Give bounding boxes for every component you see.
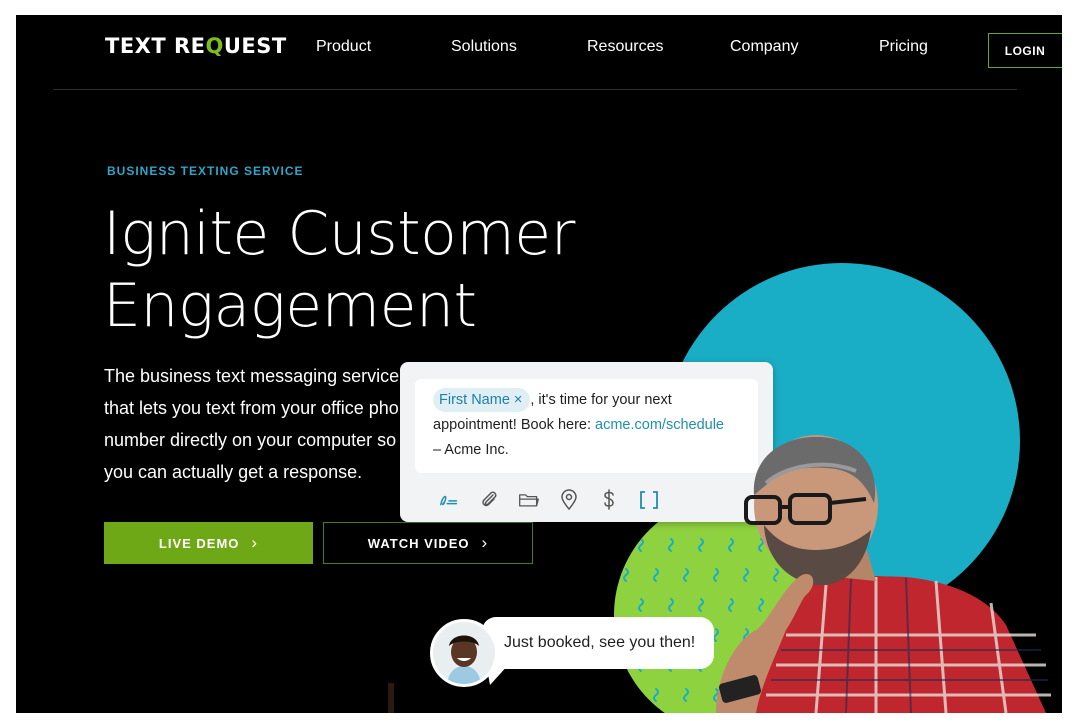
description-line-4: you can actually get a response. [104,462,363,482]
squiggle-mark [668,598,674,612]
description-line-1: The business text messaging service [104,366,400,386]
merge-tag-label: First Name [439,392,510,408]
nav-item-solutions[interactable]: Solutions [451,38,517,56]
nav-item-pricing[interactable]: Pricing [879,38,928,56]
schedule-link[interactable]: acme.com/schedule [595,417,724,433]
close-icon[interactable]: × [514,392,522,408]
watch-video-label: WATCH VIDEO [367,535,470,551]
folder-icon[interactable] [518,489,540,511]
page-frame: TEXT REQUEST Product Solutions Resources… [16,15,1062,713]
squiggle-mark [683,568,689,582]
text-request-logo[interactable]: TEXT REQUEST [105,34,287,58]
reply-message-bubble: Just booked, see you then! [482,617,714,669]
live-demo-button[interactable]: LIVE DEMO › [104,522,313,564]
live-demo-label: LIVE DEMO [158,535,240,551]
dollar-icon[interactable] [598,489,620,511]
headline-line-1: Ignite Customer [103,199,575,269]
squiggle-mark [683,688,689,702]
first-name-merge-tag[interactable]: First Name × [433,388,531,412]
nav-item-resources[interactable]: Resources [587,38,663,56]
squiggle-mark [623,568,629,582]
hero-eyebrow: BUSINESS TEXTING SERVICE [107,164,304,178]
chevron-right-icon: › [481,533,489,552]
dark-object-edge [388,683,394,713]
paperclip-icon[interactable] [478,489,500,511]
login-button[interactable]: LOGIN [988,33,1062,68]
squiggle-mark [653,568,659,582]
customer-avatar [430,619,498,687]
squiggle-mark [698,538,704,552]
squiggle-mark [668,538,674,552]
squiggle-mark [638,538,644,552]
reply-text: Just booked, see you then! [504,634,696,651]
squiggle-mark [653,688,659,702]
composer-toolbar [438,486,660,514]
hero-description: The business text messaging service that… [104,360,434,488]
brackets-icon[interactable] [638,489,660,511]
description-line-2: that lets you text from your office phon… [104,398,419,418]
location-pin-icon[interactable] [558,489,580,511]
headline-line-2: Engagement [103,271,477,341]
message-signature: – Acme Inc. [433,442,509,458]
nav-item-company[interactable]: Company [730,38,798,56]
squiggle-mark [623,688,629,702]
top-navigation: TEXT REQUEST Product Solutions Resources… [16,15,1062,90]
nav-divider [53,89,1017,90]
signature-icon[interactable] [438,489,460,511]
squiggle-mark [638,598,644,612]
man-thinking-photo [716,435,1051,713]
chevron-right-icon: › [251,533,259,552]
nav-item-product[interactable]: Product [316,38,371,56]
description-line-3: number directly on your computer so [104,430,397,450]
hero-headline: Ignite Customer Engagement [103,198,575,342]
watch-video-button[interactable]: WATCH VIDEO › [323,522,533,564]
squiggle-mark [698,598,704,612]
